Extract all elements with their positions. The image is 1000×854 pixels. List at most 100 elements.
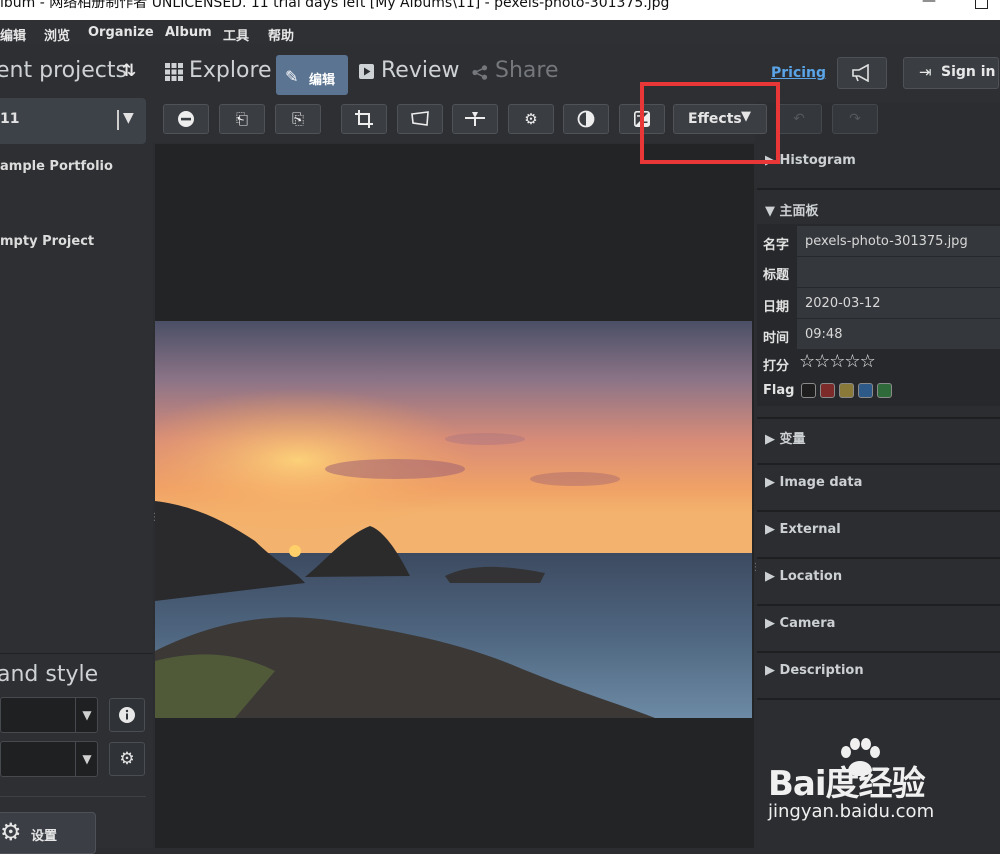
- rating-label: 打分: [763, 359, 790, 374]
- section-camera-label: Camera: [779, 616, 836, 631]
- maximize-button[interactable]: [975, 0, 988, 9]
- watermark-logo: Bai度经验: [768, 764, 926, 804]
- sign-in-label: Sign in: [941, 64, 996, 80]
- section-location[interactable]: ▶ Location: [765, 569, 842, 584]
- flag-swatch-red[interactable]: [820, 383, 835, 398]
- menu-album[interactable]: Album: [165, 25, 212, 40]
- star-icon[interactable]: ☆: [799, 351, 815, 372]
- rotate-left-icon: ⎗: [235, 110, 248, 128]
- tab-explore[interactable]: Explore: [189, 58, 272, 83]
- field-name-value: pexels-photo-301375.jpg: [805, 234, 968, 249]
- divider: [757, 557, 1000, 559]
- redo-icon: ↷: [849, 111, 861, 127]
- recent-projects-title: ent projects: [0, 58, 127, 83]
- crop-button[interactable]: [341, 104, 387, 134]
- menu-bar: 编辑 浏览 Organize Album 工具 帮助: [0, 20, 1000, 44]
- field-title-input[interactable]: [797, 257, 1000, 287]
- contrast-button[interactable]: [563, 104, 609, 134]
- rating-stars[interactable]: ☆☆☆☆☆: [799, 351, 876, 372]
- pricing-link[interactable]: Pricing: [771, 65, 826, 81]
- theme-select[interactable]: ▼: [0, 697, 98, 733]
- highlight-box: [640, 82, 780, 164]
- field-label-date: 日期: [763, 300, 790, 315]
- info-button[interactable]: [109, 698, 145, 732]
- adjust-button[interactable]: ⚙: [508, 104, 554, 134]
- window-title: lbum - 网络相册制作者 UNLICENSED. 11 trial days…: [0, 0, 670, 11]
- remove-button[interactable]: [163, 104, 209, 134]
- divider: [757, 463, 1000, 465]
- flag-label: Flag: [763, 383, 795, 398]
- gear-icon: ⚙: [0, 818, 22, 846]
- gear-icon: ⚙: [119, 749, 135, 769]
- undo-icon: ↶: [793, 111, 805, 127]
- chevron-down-icon: ▼: [75, 742, 98, 776]
- contrast-icon: [577, 110, 595, 128]
- sunset-photo: [155, 321, 752, 718]
- rotate-left-button[interactable]: ⎗: [219, 104, 265, 134]
- section-variables[interactable]: ▶ 变量: [765, 428, 806, 447]
- section-camera[interactable]: ▶ Camera: [765, 616, 835, 631]
- flag-swatch-green[interactable]: [877, 383, 892, 398]
- level-icon: [465, 112, 485, 126]
- section-external[interactable]: ▶ External: [765, 522, 841, 537]
- star-icon[interactable]: ☆: [814, 351, 830, 372]
- project-item-empty-project[interactable]: mpty Project: [0, 234, 94, 249]
- selector-divider: [117, 110, 119, 130]
- flag-swatch-blue[interactable]: [858, 383, 873, 398]
- tab-share[interactable]: Share: [495, 58, 559, 83]
- divider: [757, 188, 1000, 190]
- chevron-down-icon[interactable]: ▼: [123, 110, 134, 126]
- pencil-icon: ✎: [285, 67, 299, 86]
- minus-circle-icon: [178, 111, 194, 127]
- section-description[interactable]: ▶ Description: [765, 663, 864, 678]
- megaphone-icon: [852, 63, 869, 83]
- project-item-sample-portfolio[interactable]: ample Portfolio: [0, 159, 113, 174]
- play-icon: [359, 64, 374, 79]
- announcement-button[interactable]: [837, 57, 887, 89]
- tab-edit-label: 编辑: [309, 73, 336, 88]
- menu-help[interactable]: 帮助: [268, 25, 294, 44]
- divider: [757, 417, 1000, 419]
- field-label-name: 名字: [763, 238, 790, 253]
- flag-swatch-black[interactable]: [801, 383, 816, 398]
- perspective-button[interactable]: [397, 104, 443, 134]
- field-time-value: 09:48: [805, 327, 843, 342]
- divider: [757, 698, 1000, 700]
- chevron-down-icon: ▼: [75, 698, 98, 732]
- redo-button[interactable]: ↷: [832, 104, 878, 134]
- menu-organize[interactable]: Organize: [88, 25, 154, 40]
- divider: [757, 604, 1000, 606]
- field-label-time: 时间: [763, 331, 790, 346]
- style-select[interactable]: ▼: [0, 741, 98, 777]
- divider: [757, 510, 1000, 512]
- window-titlebar: lbum - 网络相册制作者 UNLICENSED. 11 trial days…: [0, 0, 1000, 20]
- watermark-url: jingyan.baidu.com: [768, 801, 935, 822]
- star-icon[interactable]: ☆: [860, 351, 876, 372]
- rotate-right-button[interactable]: ⎘: [275, 104, 321, 134]
- star-icon[interactable]: ☆: [829, 351, 845, 372]
- theme-style-title: and style: [0, 662, 99, 687]
- flag-swatch-yellow[interactable]: [839, 383, 854, 398]
- info-icon: [119, 707, 135, 723]
- style-settings-button[interactable]: ⚙: [109, 742, 145, 776]
- section-main-panel[interactable]: ▼ 主面板: [765, 200, 819, 219]
- selected-project-label: 11: [0, 111, 20, 127]
- straighten-button[interactable]: [452, 104, 498, 134]
- menu-tools[interactable]: 工具: [223, 25, 249, 44]
- section-description-label: Description: [779, 663, 864, 678]
- section-image-data[interactable]: ▶ Image data: [765, 475, 862, 490]
- menu-edit[interactable]: 编辑: [0, 25, 26, 44]
- minimize-button[interactable]: —: [922, 0, 936, 8]
- field-date-value: 2020-03-12: [805, 296, 881, 311]
- tab-review[interactable]: Review: [381, 58, 460, 83]
- sort-icon[interactable]: ⇅: [122, 61, 136, 81]
- perspective-icon: [411, 111, 429, 126]
- section-histogram-label: Histogram: [779, 153, 856, 168]
- section-image-data-label: Image data: [779, 475, 863, 490]
- settings-label: 设置: [31, 829, 58, 844]
- menu-browse[interactable]: 浏览: [44, 25, 70, 44]
- star-icon[interactable]: ☆: [844, 351, 860, 372]
- gear-icon: ⚙: [524, 110, 538, 128]
- undo-button[interactable]: ↶: [776, 104, 822, 134]
- section-variables-label: 变量: [779, 432, 806, 447]
